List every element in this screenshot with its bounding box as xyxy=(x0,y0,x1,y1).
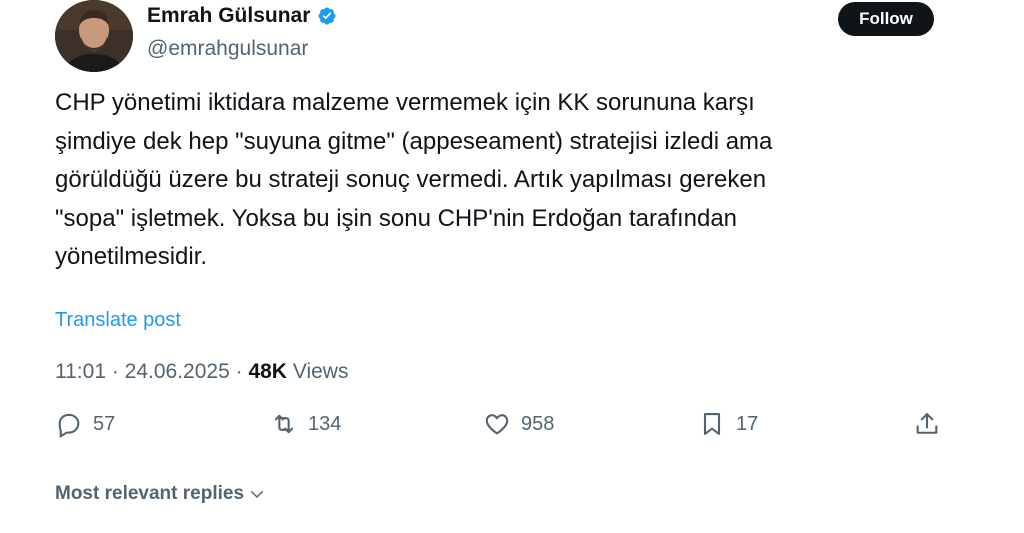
avatar-image xyxy=(55,0,133,72)
tweet-text-line: "sopa" işletmek. Yoksa bu işin sonu CHP'… xyxy=(55,204,738,232)
replies-sort-label: Most relevant replies xyxy=(55,483,245,504)
heart-icon xyxy=(485,414,509,435)
meta-separator: · xyxy=(229,360,249,383)
verified-badge-icon xyxy=(318,7,336,25)
reply-button[interactable]: 57 xyxy=(55,410,115,438)
tweet-text: CHP yönetimi iktidara malzeme vermemek i… xyxy=(55,84,935,277)
author-name-row[interactable]: Emrah Gülsunar xyxy=(147,4,337,28)
tweet-text-line: yönetilmesidir. xyxy=(55,243,208,270)
views-label: Views xyxy=(286,360,349,383)
repost-button[interactable]: 134 xyxy=(270,410,341,438)
replies-sort-dropdown[interactable]: Most relevant replies xyxy=(55,483,266,505)
tweet-text-line: görüldüğü üzere bu strateji sonuç vermed… xyxy=(55,166,767,193)
views-count[interactable]: 48K xyxy=(248,360,287,383)
author-name[interactable]: Emrah Gülsunar xyxy=(147,4,310,28)
share-icon xyxy=(916,413,938,434)
tweet-time[interactable]: 11:01 xyxy=(55,360,106,383)
repost-count: 134 xyxy=(308,412,342,435)
author-handle[interactable]: @emrahgulsunar xyxy=(147,37,308,61)
follow-button[interactable]: Follow xyxy=(838,2,934,36)
repost-icon xyxy=(274,414,294,434)
bookmark-icon xyxy=(703,413,721,435)
translate-post-link[interactable]: Translate post xyxy=(55,309,181,332)
bookmark-button[interactable]: 17 xyxy=(698,410,758,438)
tweet-date[interactable]: 24.06.2025 xyxy=(125,360,230,383)
reply-icon xyxy=(58,413,80,438)
reply-count: 57 xyxy=(93,412,116,435)
chevron-down-icon xyxy=(251,491,264,498)
tweet-text-line: şimdiye dek hep "suyuna gitme" (appeseam… xyxy=(55,127,773,155)
tweet-text-line: CHP yönetimi iktidara malzeme vermemek i… xyxy=(55,89,755,116)
like-count: 958 xyxy=(521,412,555,435)
bookmark-count: 17 xyxy=(736,412,759,435)
like-button[interactable]: 958 xyxy=(483,410,554,438)
meta-separator: · xyxy=(106,360,125,383)
action-bar: 57 134 958 17 xyxy=(55,410,955,450)
share-button[interactable] xyxy=(913,410,941,438)
tweet-meta: 11:01 · 24.06.2025 · 48K Views xyxy=(55,360,348,384)
avatar[interactable] xyxy=(55,0,133,72)
